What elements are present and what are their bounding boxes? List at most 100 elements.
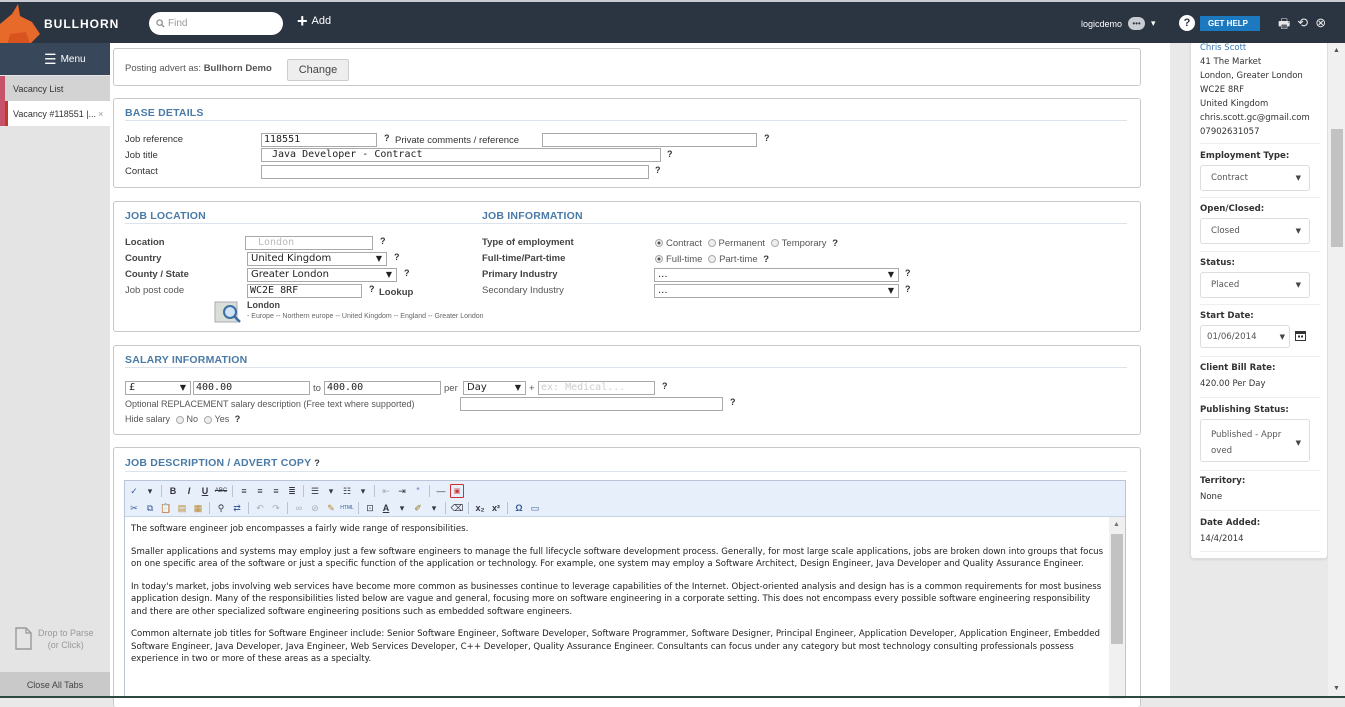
close-tab-icon[interactable]: ×	[98, 109, 103, 119]
blockquote-icon[interactable]: “	[411, 484, 425, 498]
close-all-tabs-button[interactable]: Close All Tabs	[0, 672, 110, 698]
help-icon[interactable]: ?	[384, 133, 390, 143]
indent-icon[interactable]: ⇥	[395, 484, 409, 498]
radio-permanent[interactable]	[707, 239, 716, 248]
underline-icon[interactable]: U	[198, 484, 212, 498]
contact-name-link[interactable]: Chris Scott	[1200, 43, 1246, 53]
find-input[interactable]	[168, 18, 278, 29]
drop-to-parse[interactable]: Drop to Parse (or Click)	[14, 627, 110, 651]
copy-icon[interactable]: ⧉	[143, 501, 157, 515]
help-icon[interactable]: ?	[662, 381, 668, 391]
superscript-icon[interactable]: x²	[489, 501, 503, 515]
help-icon[interactable]: ?	[369, 284, 375, 294]
secondary-industry-select[interactable]: ... ▼	[654, 284, 899, 298]
align-center-icon[interactable]: ≡	[253, 484, 267, 498]
dropdown-icon[interactable]: ▾	[427, 501, 441, 515]
insert-image-icon[interactable]: ▣	[450, 484, 464, 498]
cleanup-icon[interactable]: ✎	[324, 501, 338, 515]
cut-icon[interactable]: ✂	[127, 501, 141, 515]
dropdown-icon[interactable]: ▾	[395, 501, 409, 515]
help-icon[interactable]: ?	[314, 458, 320, 468]
replace-icon[interactable]: ⇄	[230, 501, 244, 515]
bullet-list-icon[interactable]: ☰	[308, 484, 322, 498]
country-select[interactable]: United Kingdom ▼	[247, 252, 387, 266]
chat-icon[interactable]: •••	[1128, 17, 1146, 30]
paste-text-icon[interactable]: ▤	[175, 501, 189, 515]
scrollbar-thumb[interactable]	[1331, 129, 1343, 247]
scroll-down-icon[interactable]: ▼	[1333, 685, 1340, 692]
tab-vacancy-118551[interactable]: Vacancy #118551 |... ×	[5, 101, 110, 126]
salary-from-input[interactable]: 400.00	[193, 381, 310, 395]
scrollbar-thumb[interactable]	[1111, 534, 1123, 644]
postcode-input[interactable]: WC2E 8RF	[247, 284, 362, 298]
radio-full-time[interactable]	[655, 255, 663, 264]
subscript-icon[interactable]: x₂	[473, 501, 487, 515]
change-button[interactable]: Change	[287, 59, 349, 81]
menu-button[interactable]: ☰ Menu	[0, 43, 110, 75]
help-icon[interactable]: ?	[394, 252, 400, 262]
paste-word-icon[interactable]: ▦	[191, 501, 205, 515]
salary-to-input[interactable]: 400.00	[324, 381, 441, 395]
align-right-icon[interactable]: ≡	[269, 484, 283, 498]
start-date-input[interactable]: 01/06/2014 ▼	[1200, 325, 1290, 348]
help-icon[interactable]: ?	[764, 133, 770, 143]
open-closed-select[interactable]: Closed ▼	[1200, 218, 1310, 244]
html-icon[interactable]: HTML	[340, 501, 354, 515]
strikethrough-icon[interactable]: ABC	[214, 484, 228, 498]
replacement-salary-input[interactable]	[460, 397, 723, 411]
fullscreen-icon[interactable]: ▭	[528, 501, 542, 515]
user-menu[interactable]: logicdemo ••• ▾	[1081, 17, 1156, 30]
italic-icon[interactable]: I	[182, 484, 196, 498]
period-select[interactable]: Day ▼	[463, 381, 526, 395]
tab-vacancy-list[interactable]: Vacancy List	[5, 76, 110, 101]
radio-contract[interactable]	[655, 239, 663, 248]
dropdown-icon[interactable]: ▾	[356, 484, 370, 498]
get-help-button[interactable]: ? GET HELP	[1179, 15, 1261, 31]
editor-scrollbar[interactable]: ▲	[1109, 517, 1125, 699]
preview-icon[interactable]: ⊡	[363, 501, 377, 515]
horizontal-rule-icon[interactable]: —	[434, 484, 448, 498]
page-scrollbar[interactable]: ▲ ▼	[1328, 43, 1345, 698]
add-button[interactable]: + Add	[297, 12, 331, 30]
undo-icon[interactable]: ↶	[253, 501, 267, 515]
close-icon[interactable]: ⊗	[1315, 15, 1326, 37]
text-color-icon[interactable]: A	[379, 501, 393, 515]
highlight-icon[interactable]: ✐	[411, 501, 425, 515]
help-icon[interactable]: ?	[235, 414, 241, 424]
help-icon[interactable]: ?	[905, 284, 911, 294]
help-icon[interactable]: ?	[730, 397, 736, 407]
help-icon[interactable]: ?	[832, 238, 838, 249]
find-box[interactable]	[149, 12, 283, 35]
county-select[interactable]: Greater London ▼	[247, 268, 397, 282]
benefits-input[interactable]: ex: Medical...	[538, 381, 655, 395]
spellcheck-icon[interactable]: ✓	[127, 484, 141, 498]
dropdown-icon[interactable]: ▾	[324, 484, 338, 498]
help-icon[interactable]: ?	[905, 268, 911, 278]
employment-type-select[interactable]: Contract ▼	[1200, 165, 1310, 191]
currency-select[interactable]: £ ▼	[125, 381, 191, 395]
dropdown-icon[interactable]: ▾	[143, 484, 157, 498]
job-reference-input[interactable]: 118551	[261, 133, 377, 147]
find-icon[interactable]: ⚲	[214, 501, 228, 515]
radio-part-time[interactable]	[708, 255, 717, 264]
radio-hide-yes[interactable]	[203, 415, 212, 424]
help-icon[interactable]: ?	[667, 149, 673, 159]
contact-input[interactable]	[261, 165, 649, 179]
primary-industry-select[interactable]: ... ▼	[654, 268, 899, 282]
numbered-list-icon[interactable]: ☷	[340, 484, 354, 498]
help-icon[interactable]: ?	[655, 165, 661, 175]
eraser-icon[interactable]: ⌫	[450, 501, 464, 515]
private-comments-input[interactable]	[542, 133, 757, 147]
email[interactable]: chris.scott.gc@gmail.com	[1200, 113, 1310, 123]
help-icon[interactable]: ?	[763, 254, 769, 265]
scroll-up-icon[interactable]: ▲	[1333, 47, 1340, 54]
scroll-up-icon[interactable]: ▲	[1113, 521, 1120, 528]
radio-temporary[interactable]	[770, 239, 779, 248]
unlink-icon[interactable]: ⊘	[308, 501, 322, 515]
paste-icon[interactable]: 📋	[159, 501, 173, 515]
refresh-icon[interactable]: ⟲	[1297, 15, 1308, 37]
editor-content[interactable]: The software engineer job encompasses a …	[131, 523, 1106, 676]
align-left-icon[interactable]: ≡	[237, 484, 251, 498]
help-icon[interactable]: ?	[380, 236, 386, 246]
job-title-input[interactable]: Java Developer - Contract	[261, 148, 661, 162]
